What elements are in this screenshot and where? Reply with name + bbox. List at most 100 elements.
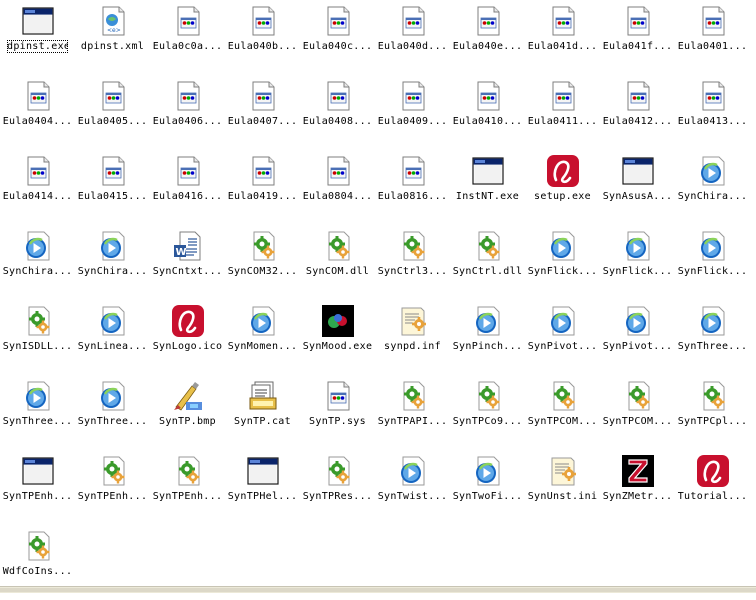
document-icon — [621, 79, 655, 113]
gear-file-icon — [471, 379, 505, 413]
file-name-label: SynUnst.ini — [527, 491, 598, 502]
file-item[interactable]: Eula0415... — [75, 150, 150, 225]
document-icon — [21, 79, 55, 113]
file-item[interactable]: SynTPEnh... — [75, 450, 150, 525]
file-item[interactable]: SynTwist... — [375, 450, 450, 525]
file-name-label: Eula0404... — [2, 116, 73, 127]
file-item[interactable]: Eula040d... — [375, 0, 450, 75]
file-item[interactable]: SynThree... — [75, 375, 150, 450]
file-name-label: synpd.inf — [384, 341, 441, 352]
file-item[interactable]: SynChira... — [75, 225, 150, 300]
gear-file-icon — [546, 379, 580, 413]
file-item[interactable]: SynTPHel... — [225, 450, 300, 525]
file-item[interactable]: SynCtrl.dll — [450, 225, 525, 300]
file-item[interactable]: Eula0414... — [0, 150, 75, 225]
file-item[interactable]: SynPivot... — [600, 300, 675, 375]
file-item[interactable]: SynLogo.ico — [150, 300, 225, 375]
catalog-icon — [246, 379, 280, 413]
file-name-label: dpinst.xml — [80, 41, 145, 52]
file-item[interactable]: Eula0419... — [225, 150, 300, 225]
file-item[interactable]: SynCOM32... — [225, 225, 300, 300]
file-item[interactable]: Eula0407... — [225, 75, 300, 150]
file-item[interactable]: Eula0816... — [375, 150, 450, 225]
file-item[interactable]: SynChira... — [675, 150, 750, 225]
file-item[interactable]: Eula0412... — [600, 75, 675, 150]
document-icon — [396, 154, 430, 188]
file-item[interactable]: SynThree... — [0, 375, 75, 450]
file-item[interactable]: SynTPEnh... — [150, 450, 225, 525]
file-item[interactable]: SynTPAPI... — [375, 375, 450, 450]
file-item[interactable]: SynTPEnh... — [0, 450, 75, 525]
file-name-label: SynTPCOM... — [602, 416, 673, 427]
file-item[interactable]: SynTPCOM... — [600, 375, 675, 450]
file-item[interactable]: Eula0406... — [150, 75, 225, 150]
file-item[interactable]: setup.exe — [525, 150, 600, 225]
file-name-label: SynTP.bmp — [159, 416, 216, 427]
file-item[interactable]: SynTwoFi... — [450, 450, 525, 525]
file-name-label: SynChira... — [2, 266, 73, 277]
file-item[interactable]: SynAsusA... — [600, 150, 675, 225]
file-item[interactable]: SynZMetr... — [600, 450, 675, 525]
media-icon — [21, 229, 55, 263]
file-item[interactable]: Eula0409... — [375, 75, 450, 150]
document-icon — [621, 4, 655, 38]
file-item[interactable]: Eula0c0a... — [150, 0, 225, 75]
file-item[interactable]: SynPivot... — [525, 300, 600, 375]
gear-file-icon — [21, 529, 55, 563]
file-name-label: Eula040e... — [452, 41, 523, 52]
file-item[interactable]: Eula0408... — [300, 75, 375, 150]
file-item[interactable]: Eula0411... — [525, 75, 600, 150]
document-icon — [471, 79, 505, 113]
file-item[interactable]: Eula0405... — [75, 75, 150, 150]
file-item[interactable]: SynPinch... — [450, 300, 525, 375]
file-name-label: SynPivot... — [527, 341, 598, 352]
scrollbar-thumb[interactable] — [0, 588, 756, 592]
file-item[interactable]: synpd.inf — [375, 300, 450, 375]
file-item[interactable]: SynTPRes... — [300, 450, 375, 525]
file-item[interactable]: Eula041f... — [600, 0, 675, 75]
file-item[interactable]: Eula0804... — [300, 150, 375, 225]
file-item[interactable]: Eula040e... — [450, 0, 525, 75]
file-item[interactable]: Eula0410... — [450, 75, 525, 150]
gear-file-icon — [96, 454, 130, 488]
file-item[interactable]: SynTP.bmp — [150, 375, 225, 450]
file-item[interactable]: Eula0416... — [150, 150, 225, 225]
file-item[interactable]: SynTPCo9... — [450, 375, 525, 450]
file-name-label: Eula041d... — [527, 41, 598, 52]
file-item[interactable]: SynFlick... — [525, 225, 600, 300]
file-item[interactable]: Tutorial... — [675, 450, 750, 525]
file-item[interactable]: Eula040c... — [300, 0, 375, 75]
file-item[interactable]: SynLinea... — [75, 300, 150, 375]
file-item[interactable]: SynUnst.ini — [525, 450, 600, 525]
file-name-label: SynCntxt... — [152, 266, 223, 277]
file-icon-grid: dpinst.exe <e> dpinst.xml Eula0c0a... Eu… — [0, 0, 756, 588]
media-icon — [621, 229, 655, 263]
file-item[interactable]: SynCtrl3... — [375, 225, 450, 300]
file-item[interactable]: <e> dpinst.xml — [75, 0, 150, 75]
file-item[interactable]: Eula040b... — [225, 0, 300, 75]
file-item[interactable]: SynFlick... — [600, 225, 675, 300]
file-item[interactable]: W SynCntxt... — [150, 225, 225, 300]
file-item[interactable]: SynTPCpl... — [675, 375, 750, 450]
file-item[interactable]: dpinst.exe — [0, 0, 75, 75]
file-item[interactable]: SynISDLL... — [0, 300, 75, 375]
file-item[interactable]: SynThree... — [675, 300, 750, 375]
document-icon — [471, 4, 505, 38]
file-item[interactable]: SynMomen... — [225, 300, 300, 375]
file-item[interactable]: Eula0401... — [675, 0, 750, 75]
file-item[interactable]: SynMood.exe — [300, 300, 375, 375]
file-item[interactable]: SynTP.sys — [300, 375, 375, 450]
file-name-label: Eula0415... — [77, 191, 148, 202]
file-item[interactable]: Eula0413... — [675, 75, 750, 150]
file-item[interactable]: SynCOM.dll — [300, 225, 375, 300]
file-item[interactable]: SynTPCOM... — [525, 375, 600, 450]
file-item[interactable]: SynTP.cat — [225, 375, 300, 450]
file-item[interactable]: Eula041d... — [525, 0, 600, 75]
file-item[interactable]: Eula0404... — [0, 75, 75, 150]
file-item[interactable]: SynFlick... — [675, 225, 750, 300]
media-icon — [696, 229, 730, 263]
synaptics-logo-icon — [171, 304, 205, 338]
file-item[interactable]: SynChira... — [0, 225, 75, 300]
file-name-label: SynFlick... — [527, 266, 598, 277]
file-item[interactable]: InstNT.exe — [450, 150, 525, 225]
